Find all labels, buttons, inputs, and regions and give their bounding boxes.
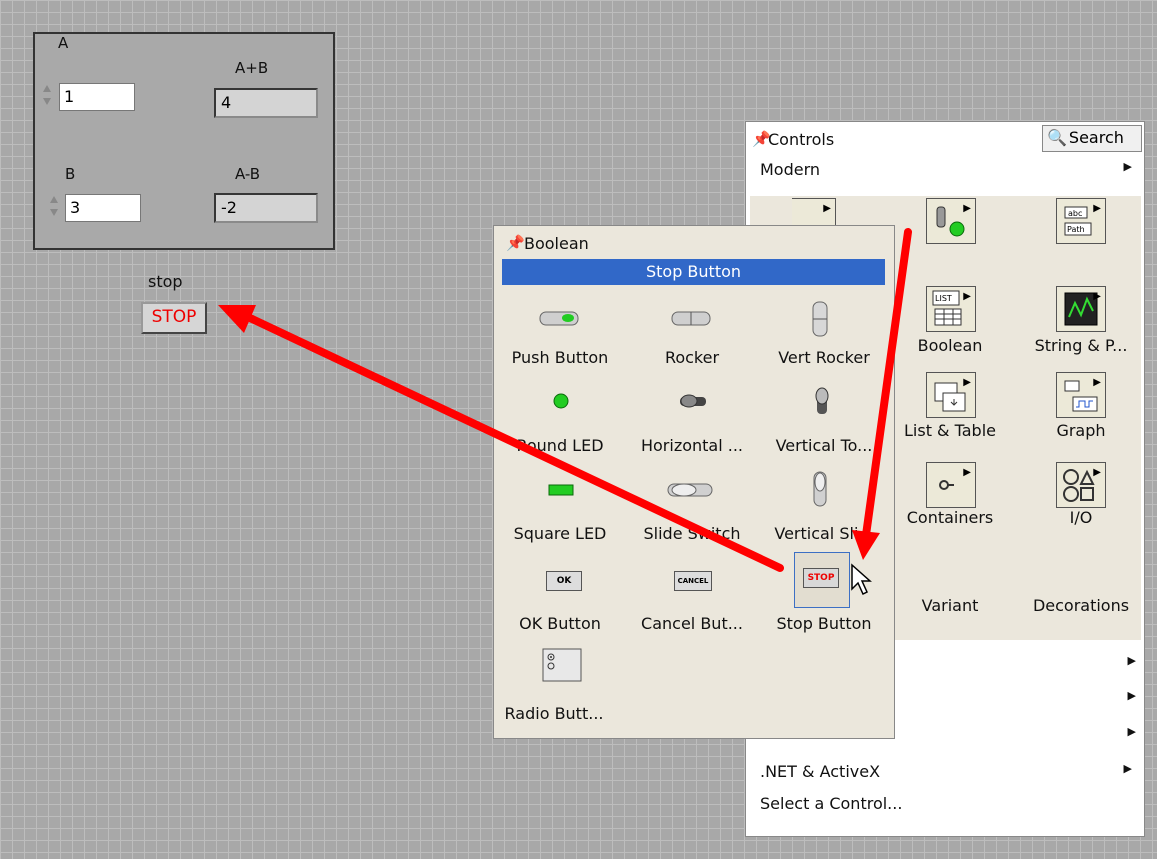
arrowhead-down-icon xyxy=(852,530,880,560)
arrow-stop-to-panel xyxy=(246,314,784,572)
annotation-arrows xyxy=(218,228,912,572)
arrow-palette-to-stop xyxy=(862,228,912,539)
